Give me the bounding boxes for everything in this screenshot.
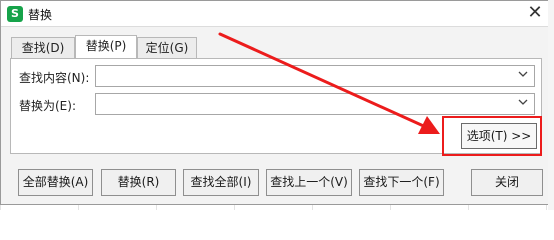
close-button[interactable]: 关闭 <box>471 169 543 196</box>
replace-all-button[interactable]: 全部替换(A) <box>18 169 93 196</box>
chevron-down-icon[interactable] <box>516 68 530 84</box>
vertical-scrollbar[interactable] <box>548 0 554 210</box>
find-next-button[interactable]: 查找下一个(F) <box>359 169 444 196</box>
tab-replace[interactable]: 替换(P) <box>75 35 137 58</box>
find-all-button[interactable]: 查找全部(I) <box>183 169 259 196</box>
replace-button[interactable]: 替换(R) <box>101 169 176 196</box>
close-icon[interactable]: ✕ <box>523 2 547 26</box>
replace-with-input[interactable] <box>95 93 535 115</box>
find-what-input[interactable] <box>95 65 535 87</box>
chevron-down-icon[interactable] <box>516 96 530 112</box>
find-previous-button[interactable]: 查找上一个(V) <box>266 169 352 196</box>
dialog-titlebar: S 替换 ✕ <box>1 1 549 27</box>
replace-dialog: S 替换 ✕ 查找(D) 替换(P) 定位(G) 查找内容(N): 替换为(E)… <box>0 0 550 205</box>
annotation-highlight-box <box>442 116 542 156</box>
find-what-label: 查找内容(N): <box>19 71 90 85</box>
wps-spreadsheet-icon: S <box>7 6 23 22</box>
tab-find[interactable]: 查找(D) <box>11 37 75 58</box>
tab-goto[interactable]: 定位(G) <box>137 37 197 58</box>
replace-with-label: 替换为(E): <box>19 99 76 113</box>
dialog-title: 替换 <box>28 8 53 22</box>
